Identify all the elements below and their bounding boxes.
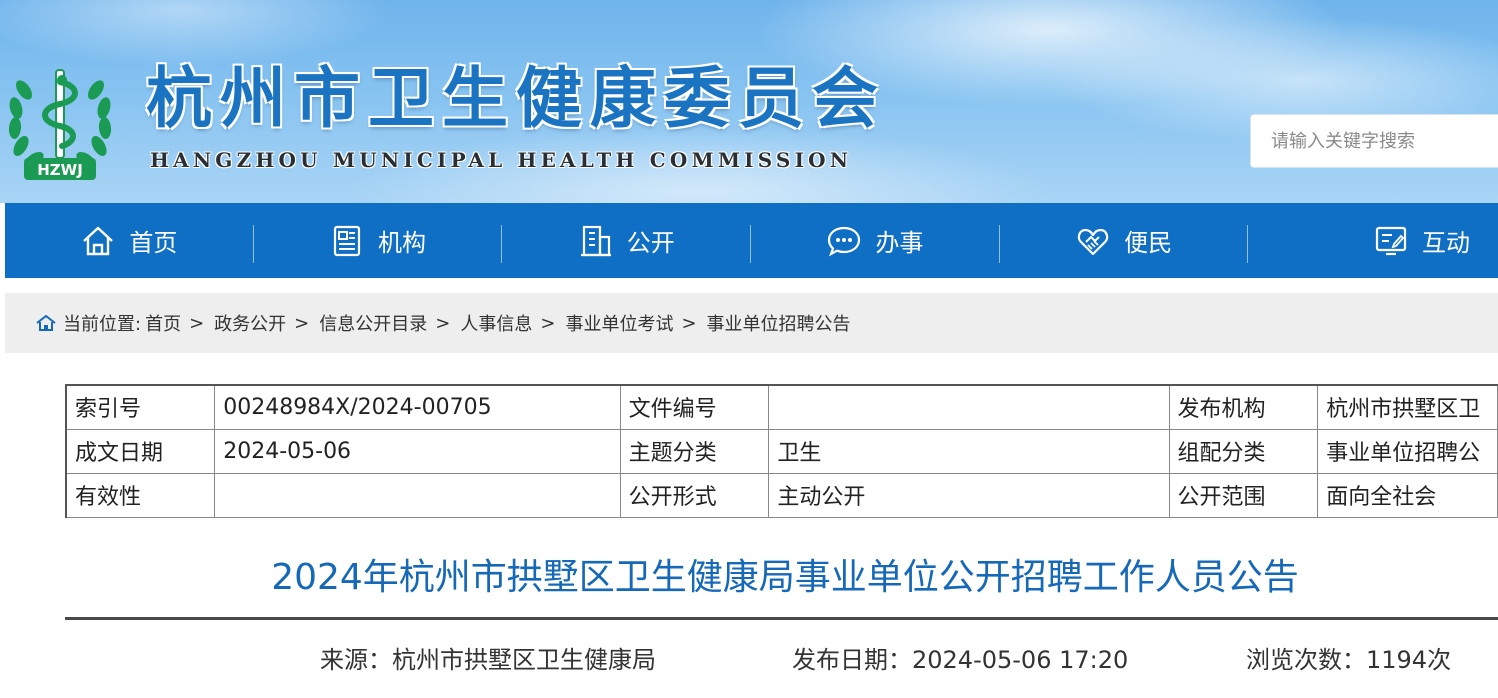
breadcrumb-separator: >	[435, 312, 451, 334]
meta-value-date: 2024-05-06	[214, 428, 621, 474]
breadcrumb-item-recruitment[interactable]: 事业单位招聘公告	[707, 310, 851, 336]
meta-key-date: 成文日期	[65, 428, 216, 474]
nav-label-organization: 机构	[378, 229, 427, 257]
breadcrumb-item-home[interactable]: 首页	[145, 310, 181, 336]
article-title: 2024年杭州市拱墅区卫生健康局事业单位公开招聘工作人员公告	[271, 557, 1299, 598]
breadcrumb-item-catalog[interactable]: 信息公开目录	[319, 310, 427, 336]
nav-label-public: 公开	[626, 229, 675, 257]
document-icon	[333, 225, 361, 256]
site-title: 杭州市卫生健康委员会	[146, 60, 886, 137]
article-publish-date: 发布日期：2024-05-06 17:20	[792, 646, 1129, 674]
meta-key-category: 组配分类	[1168, 428, 1319, 474]
meta-key-doc-number: 文件编号	[619, 384, 770, 430]
breadcrumb-separator: >	[681, 312, 697, 334]
meta-value-validity	[214, 472, 621, 518]
nav-item-home[interactable]: 首页	[5, 203, 254, 278]
nav-label-services: 办事	[875, 229, 924, 257]
title-divider	[65, 617, 1498, 620]
meta-key-validity: 有效性	[65, 472, 216, 518]
breadcrumb-separator: >	[294, 312, 310, 334]
meta-value-topic: 卫生	[768, 428, 1170, 474]
heart-hands-icon	[1077, 228, 1109, 255]
home-icon	[83, 226, 114, 255]
metadata-table: 索引号 00248984X/2024-00705 文件编号 发布机构 杭州市拱墅…	[65, 384, 1498, 518]
site-subtitle: HANGZHOU MUNICIPAL HEALTH COMMISSION	[150, 148, 853, 172]
breadcrumb-label: 当前位置:	[63, 314, 142, 335]
breadcrumb-item-personnel[interactable]: 人事信息	[460, 310, 532, 336]
table-row: 索引号 00248984X/2024-00705 文件编号 发布机构 杭州市拱墅…	[65, 384, 1498, 430]
meta-key-topic: 主题分类	[619, 428, 770, 474]
breadcrumb-item-gov-affairs[interactable]: 政务公开	[214, 310, 286, 336]
header-banner: HZWJ 杭州市卫生健康委员会 HANGZHOU MUNICIPAL HEALT…	[0, 0, 1498, 203]
main-nav: 首页 机构 公开 办事 便民 互动	[5, 203, 1498, 278]
meta-key-index: 索引号	[65, 384, 216, 430]
nav-item-public[interactable]: 公开	[502, 203, 751, 278]
nav-item-interaction[interactable]: 互动	[1248, 203, 1498, 278]
home-icon	[36, 314, 56, 331]
breadcrumb-separator: >	[540, 312, 556, 334]
building-icon	[580, 225, 611, 256]
meta-value-format: 主动公开	[768, 472, 1170, 518]
nav-label-convenience: 便民	[1124, 229, 1173, 257]
meta-key-format: 公开形式	[619, 472, 770, 518]
article-source: 来源：杭州市拱墅区卫生健康局	[320, 646, 656, 674]
nav-label-home: 首页	[129, 229, 178, 257]
breadcrumb-item-exams[interactable]: 事业单位考试	[565, 310, 673, 336]
meta-key-scope: 公开范围	[1168, 472, 1319, 518]
logo-text: HZWJ	[37, 161, 83, 179]
meta-value-publisher: 杭州市拱墅区卫	[1317, 384, 1498, 430]
meta-value-category: 事业单位招聘公	[1317, 428, 1498, 474]
table-row: 成文日期 2024-05-06 主题分类 卫生 组配分类 事业单位招聘公	[65, 428, 1498, 474]
hzwj-logo: HZWJ	[8, 69, 112, 180]
meta-value-doc-number	[768, 384, 1170, 430]
feedback-icon	[1375, 226, 1407, 255]
nav-item-organization[interactable]: 机构	[254, 203, 503, 278]
chat-bubble-icon	[828, 226, 861, 256]
breadcrumb-separator: >	[189, 312, 205, 334]
meta-value-index: 00248984X/2024-00705	[214, 384, 621, 430]
meta-key-publisher: 发布机构	[1168, 384, 1319, 430]
search-input[interactable]	[1250, 114, 1498, 168]
nav-label-interaction: 互动	[1421, 229, 1470, 257]
meta-value-scope: 面向全社会	[1317, 472, 1498, 518]
breadcrumb: 当前位置: 首页 > 政务公开 > 信息公开目录 > 人事信息 > 事业单位考试…	[5, 293, 1498, 353]
nav-item-services[interactable]: 办事	[751, 203, 1000, 278]
nav-item-convenience[interactable]: 便民	[1000, 203, 1249, 278]
table-row: 有效性 公开形式 主动公开 公开范围 面向全社会	[65, 472, 1498, 518]
article-view-count: 浏览次数：1194次	[1246, 646, 1452, 674]
